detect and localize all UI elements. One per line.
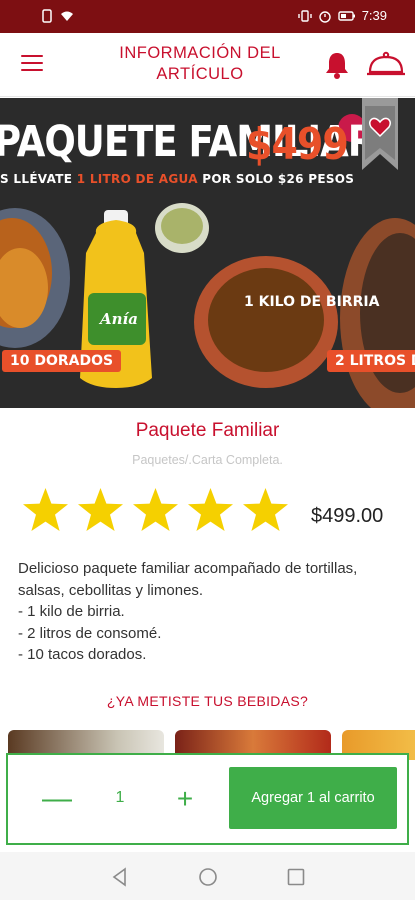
cloche-icon[interactable] [366,50,406,80]
star-rating [22,487,289,532]
star-icon [188,488,233,531]
battery-icon [337,10,355,21]
system-nav-bar [0,852,415,900]
status-bar: 7:39 [0,0,415,33]
quantity-value: 1 [115,789,125,806]
product-category: Paquetes/.Carta Completa. [132,453,283,467]
star-icon [133,488,178,531]
product-description: Delicioso paquete familiar acompañado de… [18,560,358,663]
banner-subtitle-highlight: 1 LITRO DE AGUA [76,172,198,186]
back-icon[interactable] [110,867,130,887]
vibrate-icon [297,9,312,22]
banner-tag-litros: 2 LITROS DE [327,350,415,372]
home-icon[interactable] [198,867,218,887]
bell-icon[interactable] [322,50,352,80]
product-name: Paquete Familiar [135,420,280,441]
banner-subtitle-pre: S LLÉVATE [0,172,73,186]
alarm-icon [318,10,331,23]
add-to-cart-button[interactable]: Agregar 1 al carrito [229,767,397,829]
phone-icon [42,9,52,23]
product-price: $499.00 [311,505,384,527]
status-left [40,9,74,23]
page-title: INFORMACIÓN DEL ARTÍCULO [119,44,281,83]
banner-tag-birria: 1 KILO DE BIRRIA [244,294,380,310]
star-icon [23,488,68,531]
cart-bar: — 1 + Agregar 1 al carrito [6,753,409,845]
quantity-decrease-button[interactable]: — [42,781,72,817]
bottle-label: Anía [100,310,138,328]
wifi-icon [61,11,73,21]
product-banner: PAQUETE FAMILIAR $499 S LLÉVATE 1 LITRO … [0,98,415,408]
star-icon [78,488,123,531]
drinks-prompt[interactable]: ¿YA METISTE TUS BEBIDAS? [0,693,415,709]
banner-subtitle: S LLÉVATE 1 LITRO DE AGUA POR SOLO $26 P… [0,172,354,186]
app-header: INFORMACIÓN DEL ARTÍCULO [0,33,415,97]
hamburger-menu-icon[interactable] [21,55,43,73]
star-icon [243,488,288,531]
status-right: 7:39 [297,8,387,23]
status-time: 7:39 [361,8,387,23]
banner-subtitle-post: POR SOLO $26 PESOS [202,172,355,186]
banner-price: $499 [246,118,349,170]
bookmark-heart-icon[interactable] [362,98,398,170]
quantity-increase-button[interactable]: + [170,781,200,817]
banner-tag-dorados: 10 DORADOS [2,350,122,372]
recent-apps-icon[interactable] [287,868,305,886]
